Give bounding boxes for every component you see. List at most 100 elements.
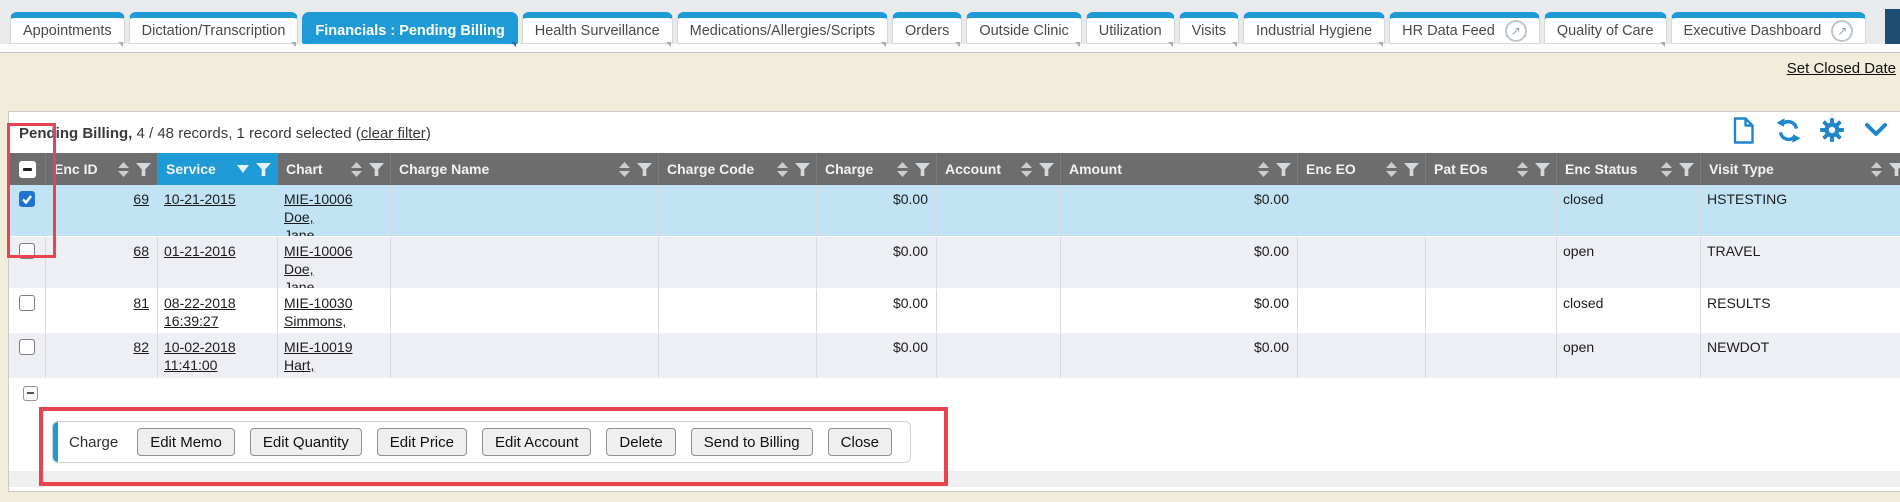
chart-link[interactable]: MIE-10030 Simmons, Nicole — [284, 295, 352, 332]
column-header-pat-eos[interactable]: Pat EOs — [1426, 153, 1557, 185]
delete-button[interactable]: Delete — [606, 428, 675, 456]
sort-icon[interactable] — [619, 162, 630, 177]
tab-utilization[interactable]: Utilization — [1086, 12, 1175, 44]
sort-icon[interactable] — [1258, 162, 1269, 177]
column-header-enc-id[interactable]: Enc ID — [46, 153, 158, 185]
new-document-icon[interactable] — [1730, 116, 1758, 144]
column-header-charge-name[interactable]: Charge Name — [391, 153, 659, 185]
row-checkbox-cell — [9, 333, 46, 378]
cell-amount: $0.00 — [1061, 237, 1298, 288]
chevron-down-icon[interactable] — [1862, 116, 1890, 144]
chart-link[interactable]: MIE-10019 Hart, William — [284, 339, 352, 378]
tab-fold-icon — [511, 42, 516, 47]
row-checkbox-checked[interactable] — [19, 191, 35, 207]
chart-link[interactable]: MIE-10006 Doe, Jane — [284, 191, 352, 236]
service-link[interactable]: 10-21-2015 — [164, 191, 236, 207]
sort-icon[interactable] — [897, 162, 908, 177]
column-header-enc-eo[interactable]: Enc EO — [1298, 153, 1426, 185]
filter-icon[interactable] — [136, 163, 151, 176]
service-link[interactable]: 01-21-2016 — [164, 243, 236, 259]
tab-outside-clinic[interactable]: Outside Clinic — [966, 12, 1081, 44]
tab-visits[interactable]: Visits — [1179, 12, 1239, 44]
filter-icon[interactable] — [369, 163, 384, 176]
service-link[interactable]: 10-02-2018 11:41:00 — [164, 339, 236, 373]
tab-quality-of-care[interactable]: Quality of Care — [1544, 12, 1667, 44]
refresh-icon[interactable] — [1774, 116, 1802, 144]
filter-icon[interactable] — [1404, 163, 1419, 176]
column-header-chart[interactable]: Chart — [278, 153, 391, 185]
set-closed-date-link[interactable]: Set Closed Date — [1787, 60, 1896, 77]
tab-label: HR Data Feed — [1402, 23, 1495, 39]
tab-label: Quality of Care — [1557, 23, 1654, 39]
column-header-charge-code[interactable]: Charge Code — [659, 153, 817, 185]
filter-icon[interactable] — [1039, 163, 1054, 176]
tab-label: Industrial Hygiene — [1256, 23, 1372, 39]
tab-financials-pending-billing[interactable]: Financials : Pending Billing — [302, 12, 517, 44]
sort-icon[interactable] — [1871, 162, 1882, 177]
close-button[interactable]: Close — [828, 428, 892, 456]
row-checkbox-unchecked[interactable] — [19, 295, 35, 311]
external-link-icon[interactable]: ↗ — [1505, 20, 1527, 42]
filter-icon[interactable] — [1535, 163, 1550, 176]
sort-icon[interactable] — [1021, 162, 1032, 177]
chart-link[interactable]: MIE-10006 Doe, Jane — [284, 243, 352, 288]
table-row: 68 01-21-2016 MIE-10006 Doe, Jane $0.00 … — [9, 237, 1900, 289]
sort-icon[interactable] — [1386, 162, 1397, 177]
service-link[interactable]: 08-22-2018 16:39:27 — [164, 295, 236, 329]
gear-icon[interactable] — [1818, 116, 1846, 144]
edit-memo-button[interactable]: Edit Memo — [137, 428, 235, 456]
sort-icon[interactable] — [118, 162, 129, 177]
tab-industrial-hygiene[interactable]: Industrial Hygiene — [1243, 12, 1385, 44]
cell-account — [937, 237, 1061, 288]
tab-hr-data-feed[interactable]: HR Data Feed ↗ — [1389, 12, 1540, 44]
column-header-visit-type[interactable]: Visit Type — [1701, 153, 1900, 185]
tab-orders[interactable]: Orders — [892, 12, 962, 44]
sort-icon[interactable] — [777, 162, 788, 177]
tab-fold-icon — [1168, 42, 1173, 47]
sort-icon[interactable] — [351, 162, 362, 177]
collapse-minus-icon[interactable] — [23, 386, 38, 401]
cell-charge-code — [659, 289, 817, 332]
tab-fold-icon — [955, 42, 960, 47]
external-link-icon[interactable]: ↗ — [1831, 20, 1853, 42]
tab-medications-allergies-scripts[interactable]: Medications/Allergies/Scripts — [677, 12, 888, 44]
row-checkbox-unchecked[interactable] — [19, 339, 35, 355]
enc-id-link[interactable]: 69 — [133, 191, 149, 207]
enc-id-link[interactable]: 81 — [133, 295, 149, 311]
sorted-desc-icon[interactable] — [237, 165, 249, 173]
filter-icon[interactable] — [795, 163, 810, 176]
cell-amount: $0.00 — [1061, 289, 1298, 332]
cell-charge: $0.00 — [817, 237, 937, 288]
column-header-account[interactable]: Account — [937, 153, 1061, 185]
filter-icon[interactable] — [1679, 163, 1694, 176]
column-header-service[interactable]: Service — [158, 153, 278, 185]
column-header-enc-status[interactable]: Enc Status — [1557, 153, 1701, 185]
clear-filter-link[interactable]: clear filter — [361, 125, 426, 142]
tab-appointments[interactable]: Appointments — [10, 12, 125, 44]
filter-icon[interactable] — [1276, 163, 1291, 176]
select-all-checkbox[interactable] — [19, 161, 36, 178]
cell-enc-status: open — [1557, 237, 1701, 288]
column-header-charge[interactable]: Charge — [817, 153, 937, 185]
edit-price-button[interactable]: Edit Price — [377, 428, 467, 456]
tab-dictation-transcription[interactable]: Dictation/Transcription — [129, 12, 299, 44]
cell-visit-type: NEWDOT — [1701, 333, 1900, 378]
cell-visit-type: TRAVEL — [1701, 237, 1900, 288]
edit-account-button[interactable]: Edit Account — [482, 428, 591, 456]
enc-id-link[interactable]: 82 — [133, 339, 149, 355]
send-to-billing-button[interactable]: Send to Billing — [691, 428, 813, 456]
tab-executive-dashboard[interactable]: Executive Dashboard↗ — [1671, 12, 1867, 44]
enc-id-link[interactable]: 68 — [133, 243, 149, 259]
column-header-amount[interactable]: Amount — [1061, 153, 1298, 185]
tab-health-surveillance[interactable]: Health Surveillance — [522, 12, 673, 44]
edit-quantity-button[interactable]: Edit Quantity — [250, 428, 362, 456]
tab-fold-icon — [1075, 42, 1080, 47]
filter-icon[interactable] — [256, 163, 271, 176]
filter-icon[interactable] — [637, 163, 652, 176]
sort-icon[interactable] — [1517, 162, 1528, 177]
filter-icon[interactable] — [1889, 163, 1900, 176]
sort-icon[interactable] — [1661, 162, 1672, 177]
cell-visit-type: RESULTS — [1701, 289, 1900, 332]
filter-icon[interactable] — [915, 163, 930, 176]
row-checkbox-unchecked[interactable] — [19, 243, 35, 259]
